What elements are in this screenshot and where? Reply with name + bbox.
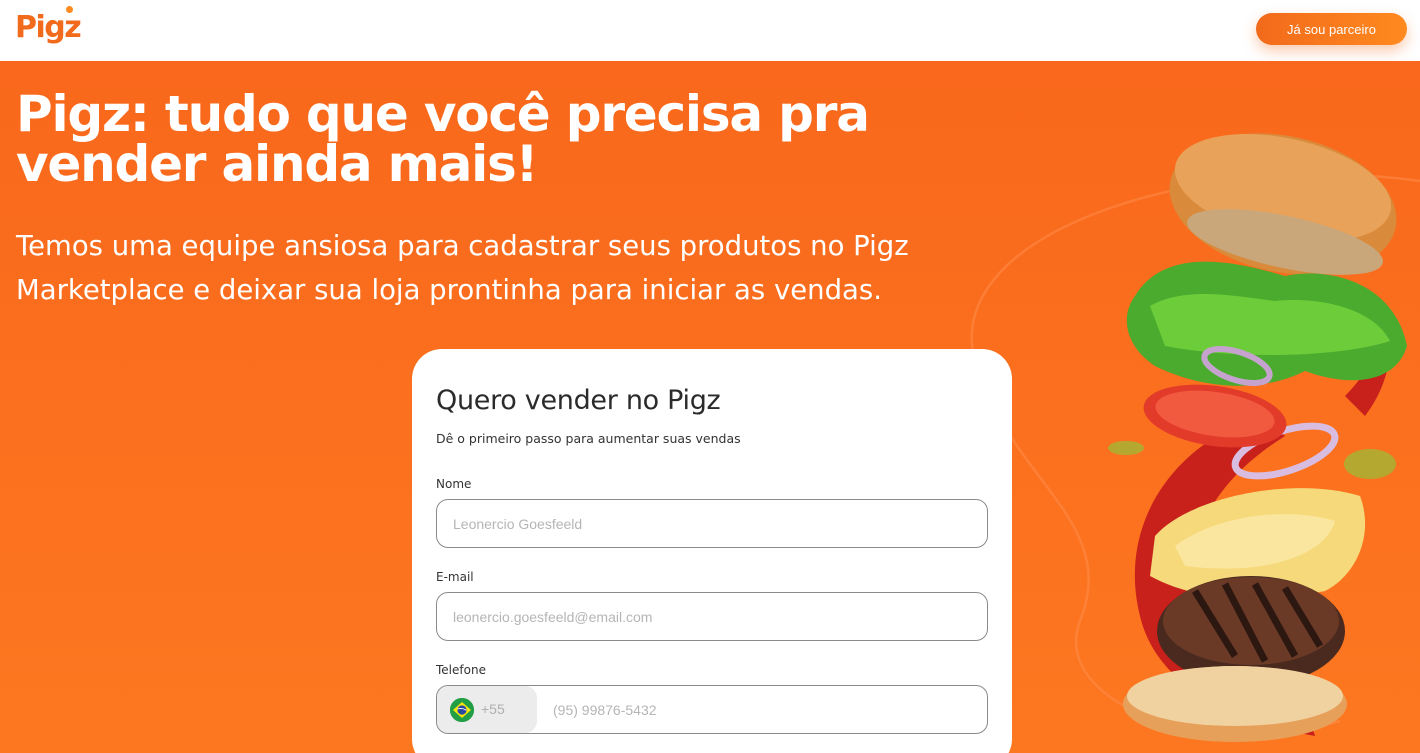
email-input[interactable]: [436, 592, 988, 641]
email-field-label: E-mail: [436, 570, 474, 584]
name-input[interactable]: [436, 499, 988, 548]
pigz-logo[interactable]: Pigz: [15, 9, 82, 47]
country-code: +55: [481, 701, 505, 717]
top-navigation-bar: Pigz Já sou parceiro: [0, 0, 1420, 61]
country-code-selector[interactable]: +55: [437, 686, 537, 733]
form-subtitle: Dê o primeiro passo para aumentar suas v…: [436, 431, 741, 446]
hero-subtitle: Temos uma equipe ansiosa para cadastrar …: [16, 230, 909, 306]
form-title: Quero vender no Pigz: [436, 385, 721, 416]
phone-field-label: Telefone: [436, 663, 486, 677]
logo-accent-dot: [66, 6, 73, 13]
brazil-flag-icon: [450, 698, 474, 722]
hero-title: Pigz: tudo que você precisa pra vender a…: [16, 85, 870, 193]
seller-signup-form: Quero vender no Pigz Dê o primeiro passo…: [412, 349, 1012, 753]
already-partner-button[interactable]: Já sou parceiro: [1256, 13, 1407, 45]
burger-illustration: [1108, 133, 1407, 742]
phone-field: +55: [436, 685, 988, 734]
name-field-label: Nome: [436, 477, 472, 491]
phone-input[interactable]: [537, 686, 987, 733]
hero-section: Pigz: tudo que você precisa pra vender a…: [0, 61, 1420, 753]
